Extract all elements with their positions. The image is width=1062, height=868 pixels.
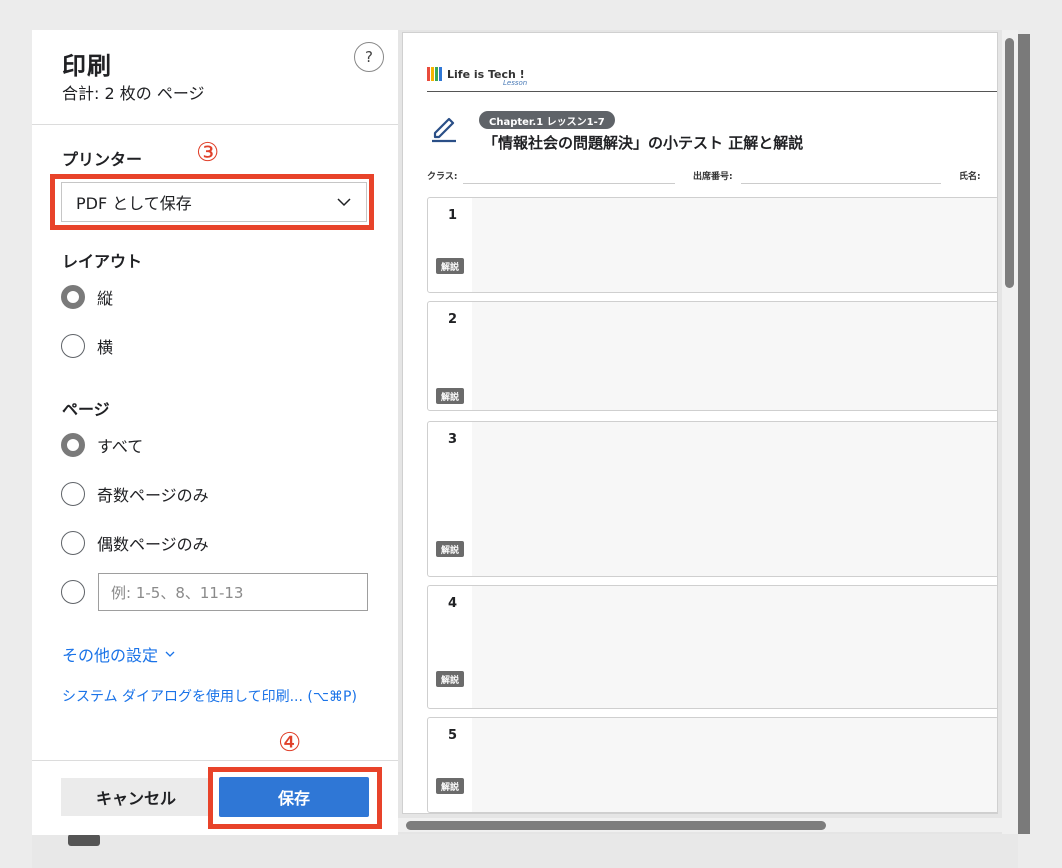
question-card: 4 解説 <box>427 585 997 709</box>
question-number: 4 <box>448 596 458 611</box>
pencil-icon <box>432 117 456 143</box>
radio-unchecked-icon[interactable] <box>61 580 85 604</box>
question-number: 3 <box>448 432 458 447</box>
question-body <box>472 198 997 292</box>
explanation-badge: 解説 <box>436 778 464 794</box>
more-settings-link[interactable]: その他の設定 <box>62 642 176 666</box>
class-field-line <box>463 183 675 184</box>
chapter-badge: Chapter.1 レッスン1-7 <box>479 111 615 129</box>
printer-select[interactable]: PDF として保存 <box>61 182 367 222</box>
question-body <box>472 302 997 410</box>
question-number: 1 <box>448 208 458 223</box>
print-preview[interactable]: Life is Tech ! Lesson Chapter.1 レッスン1-7 … <box>398 30 1018 834</box>
cancel-button[interactable]: キャンセル <box>61 778 211 816</box>
pages-option-label: すべて <box>97 437 144 456</box>
radio-unchecked-icon[interactable] <box>61 482 85 506</box>
background-icon <box>68 834 100 846</box>
explanation-badge: 解説 <box>436 671 464 687</box>
radio-unchecked-icon[interactable] <box>61 334 85 358</box>
question-card: 1 解説 <box>427 197 997 293</box>
logo-subtext: Lesson <box>503 79 528 87</box>
number-field-label: 出席番号: <box>693 172 733 182</box>
question-number: 5 <box>448 728 458 743</box>
printer-label: プリンター <box>62 150 143 169</box>
question-body <box>472 718 997 812</box>
background-window-edge <box>32 834 1018 868</box>
question-card: 2 解説 <box>427 301 997 411</box>
radio-checked-icon[interactable] <box>61 433 85 457</box>
dialog-title: 印刷 <box>62 52 112 80</box>
window-edge <box>1018 34 1030 834</box>
horizontal-scrollbar-thumb[interactable] <box>406 821 826 830</box>
system-dialog-link[interactable]: システム ダイアログを使用して印刷... (⌥⌘P) <box>62 686 357 706</box>
question-number: 2 <box>448 312 458 327</box>
printer-selected-value: PDF として保存 <box>76 194 192 213</box>
layout-option-label: 横 <box>97 338 114 357</box>
question-card: 3 解説 <box>427 421 997 577</box>
explanation-badge: 解説 <box>436 541 464 557</box>
logo-bars-icon <box>427 67 442 81</box>
save-button[interactable]: 保存 <box>219 777 369 817</box>
layout-option-portrait[interactable]: 縦 <box>61 285 113 309</box>
name-field-label: 氏名: <box>959 172 981 182</box>
question-body <box>472 586 997 708</box>
radio-unchecked-icon[interactable] <box>61 531 85 555</box>
pages-option-all[interactable]: すべて <box>61 433 143 457</box>
pages-option-label: 偶数ページのみ <box>97 535 209 554</box>
layout-option-label: 縦 <box>97 289 114 308</box>
vertical-scrollbar-thumb[interactable] <box>1005 38 1014 288</box>
document-title: 「情報社会の問題解決」の小テスト 正解と解説 <box>483 134 804 152</box>
question-body <box>472 422 997 576</box>
explanation-badge: 解説 <box>436 258 464 274</box>
pages-option-custom[interactable] <box>61 580 97 604</box>
pages-option-even[interactable]: 偶数ページのみ <box>61 531 209 555</box>
explanation-badge: 解説 <box>436 388 464 404</box>
chevron-down-icon <box>165 651 175 657</box>
pages-option-odd[interactable]: 奇数ページのみ <box>61 482 209 506</box>
help-button[interactable]: ? <box>354 42 384 72</box>
class-field-label: クラス: <box>427 172 458 182</box>
pages-label: ページ <box>62 400 110 419</box>
question-icon: ? <box>365 48 373 66</box>
layout-option-landscape[interactable]: 横 <box>61 334 113 358</box>
question-card: 5 解説 <box>427 717 997 813</box>
page-range-placeholder: 例: 1-5、8、11-13 <box>111 583 244 602</box>
page-range-input[interactable]: 例: 1-5、8、11-13 <box>98 573 368 611</box>
step-3-annotation: ③ <box>196 138 220 168</box>
dialog-footer: キャンセル 保存 <box>32 760 398 835</box>
more-settings-label: その他の設定 <box>62 646 159 665</box>
print-settings-panel: 印刷 合計: 2 枚の ページ ? プリンター ③ PDF として保存 レイアウ… <box>32 30 398 835</box>
number-field-line <box>741 183 941 184</box>
header-divider <box>32 124 398 125</box>
radio-checked-icon[interactable] <box>61 285 85 309</box>
pages-option-label: 奇数ページのみ <box>97 486 209 505</box>
layout-label: レイアウト <box>62 252 143 271</box>
chevron-down-icon <box>337 198 351 207</box>
preview-page: Life is Tech ! Lesson Chapter.1 レッスン1-7 … <box>402 32 998 814</box>
page-count-summary: 合計: 2 枚の ページ <box>62 84 205 103</box>
header-rule <box>427 91 997 92</box>
step-4-annotation: ④ <box>278 728 302 758</box>
